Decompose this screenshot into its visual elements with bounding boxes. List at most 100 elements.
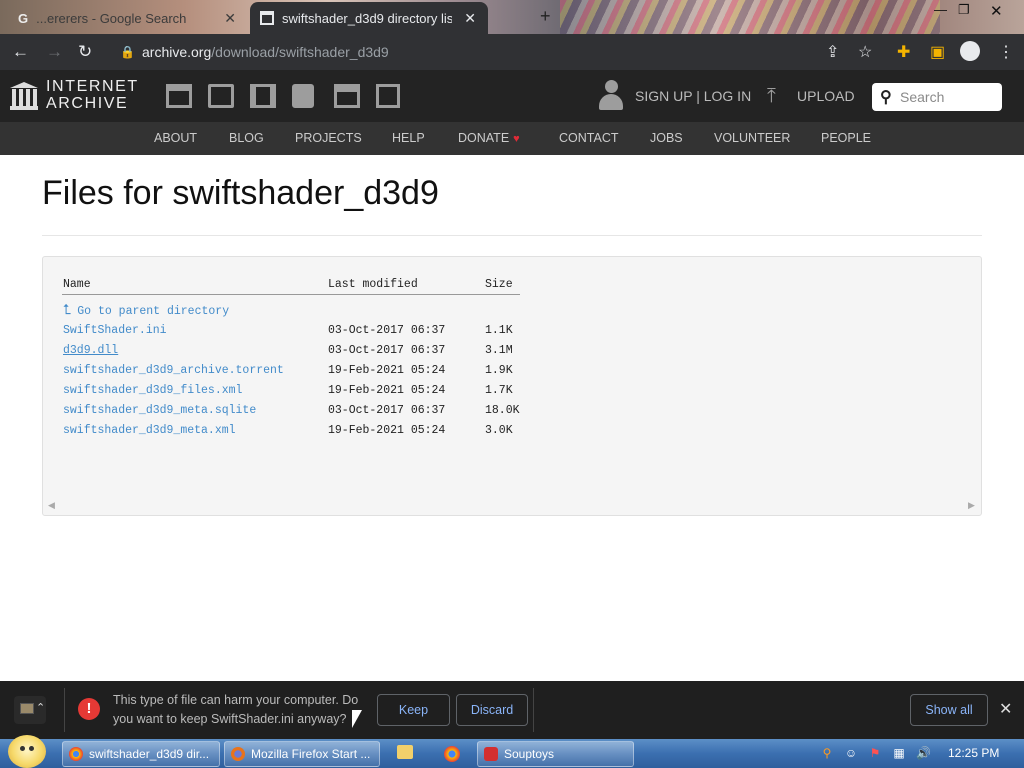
file-link[interactable]: swiftshader_d3d9_meta.sqlite <box>63 404 256 417</box>
column-header-modified[interactable]: Last modified <box>328 278 418 291</box>
keep-button[interactable]: Keep <box>377 694 450 726</box>
network-tray-icon[interactable]: ▦ <box>892 746 906 760</box>
warning-line-1: This type of file can harm your computer… <box>113 693 359 707</box>
parent-directory-link[interactable]: ⮤ Go to parent directory <box>63 303 229 319</box>
maximize-icon[interactable]: ❐ <box>958 2 970 18</box>
tab-google-search[interactable]: G ...ererers - Google Search ✕ <box>8 2 248 34</box>
user-icon[interactable] <box>597 80 625 112</box>
file-size: 1.7K <box>485 384 513 397</box>
file-size: 1.9K <box>485 364 513 377</box>
download-warning-text: This type of file can harm your computer… <box>113 691 373 729</box>
file-modified: 19-Feb-2021 05:24 <box>328 384 446 397</box>
file-row: swiftshader_d3d9_archive.torrent 19-Feb-… <box>63 364 533 382</box>
taskbar-chrome-window[interactable]: swiftshader_d3d9 dir... <box>62 741 220 767</box>
share-icon[interactable]: ⇪ <box>826 42 839 62</box>
nav-donate[interactable]: DONATE ♥ <box>458 131 520 145</box>
file-link[interactable]: SwiftShader.ini <box>63 324 167 337</box>
url-host: archive.org <box>142 44 212 60</box>
signup-login-link[interactable]: SIGN UP | LOG IN <box>635 88 751 104</box>
file-link[interactable]: swiftshader_d3d9_files.xml <box>63 384 242 397</box>
sidebar-icon[interactable]: ▣ <box>930 42 945 62</box>
warning-line-2: you want to keep SwiftShader.ini anyway? <box>113 712 347 726</box>
taskbar-button-label: Mozilla Firefox Start ... <box>251 747 371 761</box>
video-film-icon[interactable] <box>250 84 276 108</box>
file-row: swiftshader_d3d9_meta.xml 19-Feb-2021 05… <box>63 424 533 442</box>
show-all-button[interactable]: Show all <box>910 694 988 726</box>
folder-icon[interactable] <box>397 745 413 759</box>
bookmark-star-icon[interactable]: ☆ <box>858 42 872 62</box>
divider <box>533 688 534 732</box>
flag-tray-icon[interactable]: ⚑ <box>868 746 882 760</box>
tab-directory-listing[interactable]: swiftshader_d3d9 directory listin ✕ <box>250 2 488 34</box>
minimize-icon[interactable]: — <box>934 2 947 17</box>
warning-icon: ! <box>78 698 100 720</box>
tab-label: ...ererers - Google Search <box>36 10 187 26</box>
file-modified: 03-Oct-2017 06:37 <box>328 404 446 417</box>
images-icon[interactable] <box>376 84 400 108</box>
close-tab-icon[interactable]: ✕ <box>224 10 236 27</box>
forward-icon[interactable]: → <box>46 42 63 62</box>
heart-icon: ♥ <box>513 133 520 145</box>
discard-button[interactable]: Discard <box>456 694 528 726</box>
audio-speaker-icon[interactable] <box>292 84 314 108</box>
file-size: 3.1M <box>485 344 513 357</box>
chrome-pinned-icon[interactable] <box>444 746 460 762</box>
divider <box>64 688 65 732</box>
nav-help[interactable]: HELP <box>392 131 425 145</box>
close-download-bar-icon[interactable]: ✕ <box>999 699 1012 719</box>
url-path: /download/swiftshader_d3d9 <box>211 44 389 60</box>
file-row: SwiftShader.ini 03-Oct-2017 06:37 1.1K <box>63 324 533 342</box>
upload-link[interactable]: UPLOAD <box>797 88 855 104</box>
reload-icon[interactable]: ↻ <box>78 42 92 62</box>
taskbar-button-label: swiftshader_d3d9 dir... <box>89 747 210 761</box>
column-header-size[interactable]: Size <box>485 278 513 291</box>
texts-book-icon[interactable] <box>208 84 234 108</box>
file-size: 18.0K <box>485 404 520 417</box>
search-box[interactable]: ⚲ Search <box>872 83 1002 111</box>
extensions-icon[interactable]: ✚ <box>897 42 910 62</box>
scroll-left-icon[interactable]: ◀ <box>48 500 55 511</box>
ia-logo-text[interactable]: INTERNET ARCHIVE <box>46 78 139 112</box>
logo-line-1: INTERNET <box>46 78 139 95</box>
nav-people[interactable]: PEOPLE <box>821 131 871 145</box>
logo-line-2: ARCHIVE <box>46 95 129 112</box>
start-button[interactable] <box>8 735 46 768</box>
nav-volunteer[interactable]: VOLUNTEER <box>714 131 790 145</box>
download-file-icon[interactable]: ⌃ <box>14 696 46 724</box>
status-tray-icon[interactable]: ☺ <box>844 746 858 760</box>
address-bar[interactable]: 🔒 archive.org/download/swiftshader_d3d9 <box>104 40 884 64</box>
nav-donate-label: DONATE <box>458 131 510 145</box>
firefox-icon <box>231 747 245 761</box>
nav-about[interactable]: ABOUT <box>154 131 197 145</box>
column-header-name[interactable]: Name <box>63 278 91 291</box>
nav-blog[interactable]: BLOG <box>229 131 264 145</box>
file-row: swiftshader_d3d9_meta.sqlite 03-Oct-2017… <box>63 404 533 422</box>
file-link[interactable]: d3d9.dll <box>63 344 118 357</box>
file-link[interactable]: swiftshader_d3d9_archive.torrent <box>63 364 284 377</box>
taskbar-button-label: Souptoys <box>504 747 555 761</box>
taskbar-firefox-window[interactable]: Mozilla Firefox Start ... <box>224 741 380 767</box>
ia-logo-icon[interactable] <box>10 82 38 110</box>
menu-kebab-icon[interactable]: ⋮ <box>998 42 1014 62</box>
taskbar-souptoys-window[interactable]: Souptoys <box>477 741 634 767</box>
file-link[interactable]: swiftshader_d3d9_meta.xml <box>63 424 236 437</box>
profile-avatar-icon[interactable] <box>960 41 980 61</box>
upload-icon[interactable]: ⤒ <box>767 85 776 108</box>
up-arrow-icon: ⮤ <box>63 303 72 319</box>
volume-tray-icon[interactable]: 🔊 <box>916 746 931 760</box>
file-row: d3d9.dll 03-Oct-2017 06:37 3.1M <box>63 344 533 362</box>
web-icon[interactable] <box>166 84 192 108</box>
nav-jobs[interactable]: JOBS <box>650 131 683 145</box>
google-icon: G <box>18 10 29 26</box>
window-close-icon[interactable]: ✕ <box>990 2 1003 20</box>
nav-projects[interactable]: PROJECTS <box>295 131 362 145</box>
clock[interactable]: 12:25 PM <box>948 746 999 760</box>
nav-contact[interactable]: CONTACT <box>559 131 619 145</box>
file-modified: 03-Oct-2017 06:37 <box>328 324 446 337</box>
search-tray-icon[interactable]: ⚲ <box>820 746 834 760</box>
close-tab-icon[interactable]: ✕ <box>464 10 476 27</box>
scroll-right-icon[interactable]: ▶ <box>968 500 975 511</box>
software-disk-icon[interactable] <box>334 84 360 108</box>
new-tab-icon[interactable]: + <box>540 6 551 27</box>
back-icon[interactable]: ← <box>12 42 29 62</box>
